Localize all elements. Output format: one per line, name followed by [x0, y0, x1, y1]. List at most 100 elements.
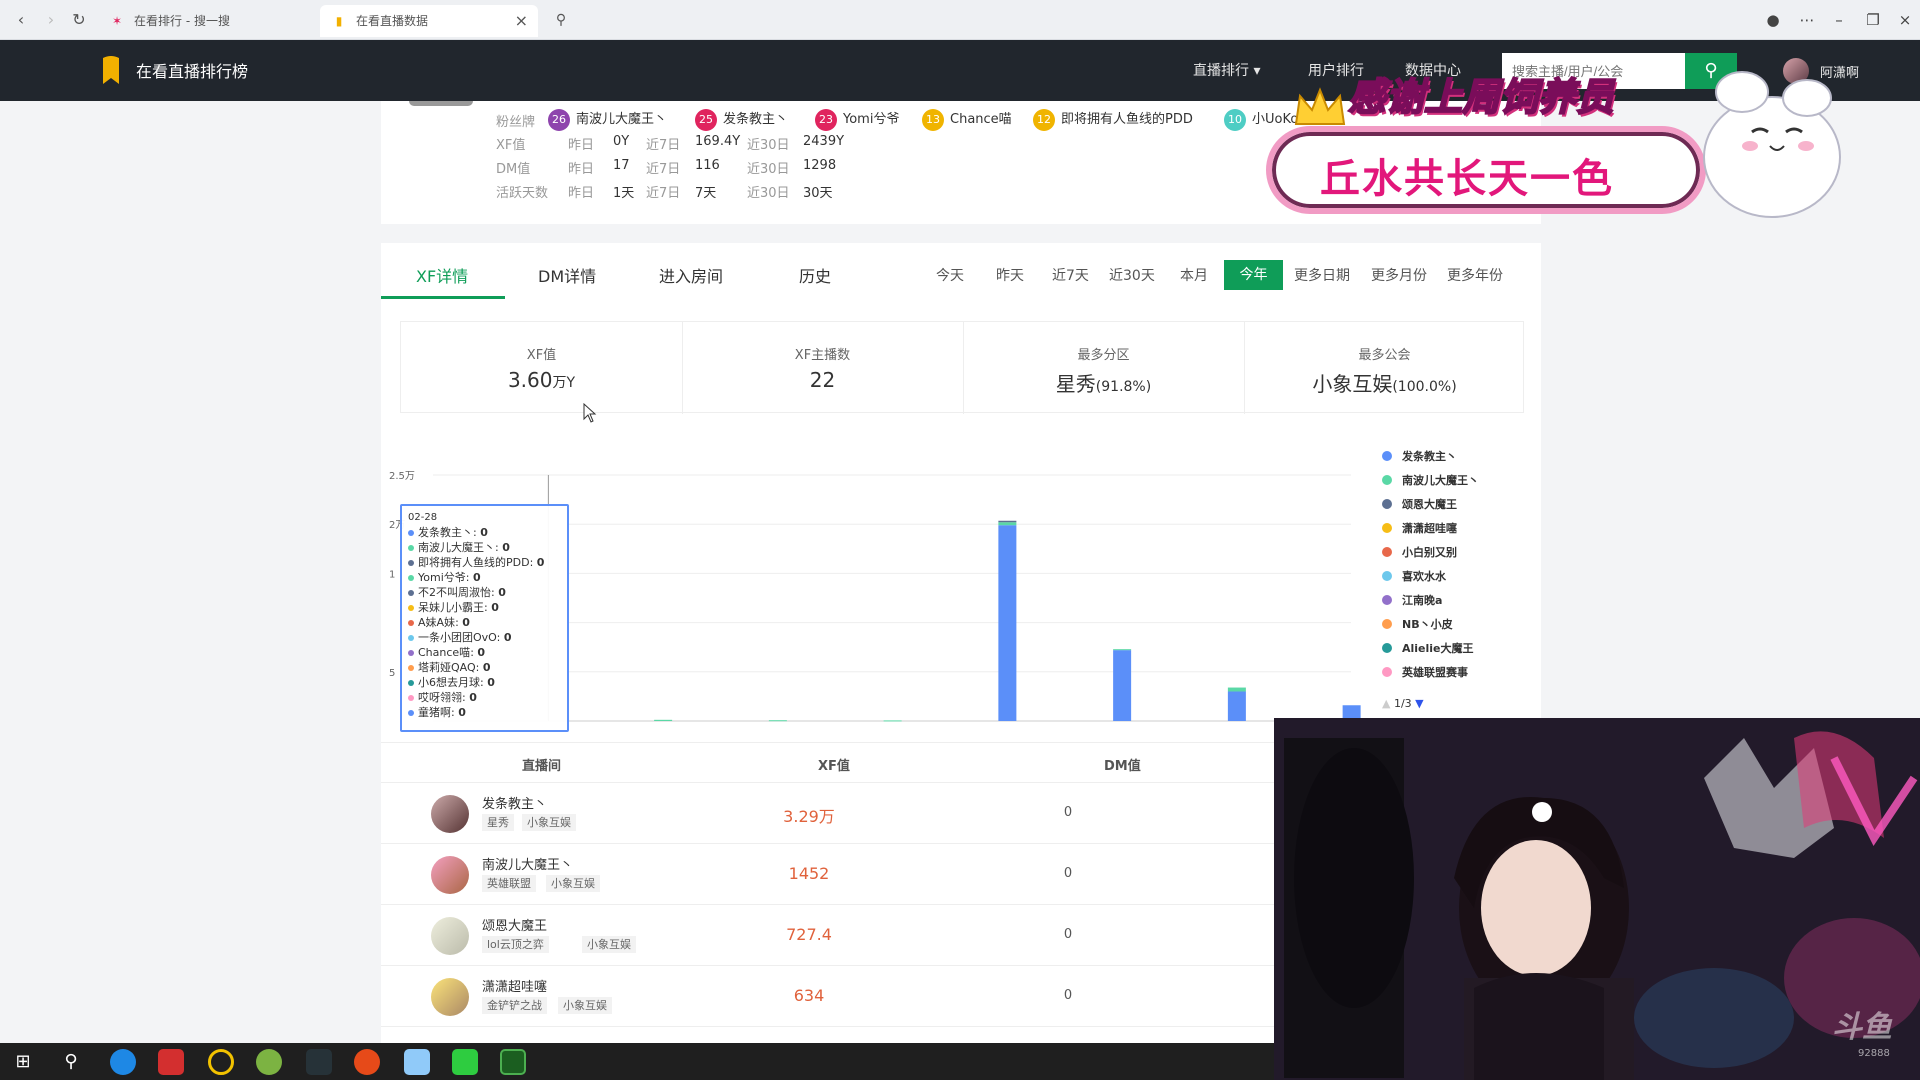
room-tag[interactable]: 小象互娱: [546, 875, 600, 892]
fan-badge-name: Yomi兮爷: [843, 112, 900, 127]
nav-live-rank[interactable]: 直播排行 ▾: [1193, 60, 1260, 80]
reload-icon[interactable]: ↻: [68, 9, 90, 31]
legend-next-icon[interactable]: ▼: [1415, 697, 1423, 710]
forward-icon[interactable]: ›: [40, 9, 62, 31]
room-tag[interactable]: 小象互娱: [558, 997, 612, 1014]
col-dm[interactable]: DM值: [1104, 755, 1141, 774]
streamer-name[interactable]: 南波儿大魔王丶: [482, 854, 573, 873]
streamer-avatar[interactable]: [431, 917, 469, 955]
date-tab-year[interactable]: 今年: [1224, 260, 1283, 290]
restore-icon[interactable]: ❐: [1862, 9, 1884, 31]
col-yesterday-label: 昨日: [568, 186, 595, 201]
date-tab-yesterday[interactable]: 昨天: [996, 265, 1024, 285]
search-favicon-icon: ✶: [111, 14, 123, 28]
streamer-avatar[interactable]: [431, 795, 469, 833]
streamer-avatar[interactable]: [431, 856, 469, 894]
streamer-name[interactable]: 发条教主丶: [482, 793, 547, 812]
date-tab-more-months[interactable]: 更多月份: [1371, 265, 1427, 285]
bar-2025-08[interactable]: [1227, 691, 1246, 721]
legend-prev-icon[interactable]: ▲: [1382, 697, 1390, 710]
fan-badge-level: 23: [815, 109, 837, 131]
date-tab-more-dates[interactable]: 更多日期: [1294, 265, 1350, 285]
fan-badge[interactable]: 23 Yomi兮爷: [815, 109, 899, 131]
date-tab-today[interactable]: 今天: [936, 265, 964, 285]
tab-title: 在看排行 - 搜一搜: [134, 14, 230, 28]
windows-start-icon[interactable]: ⊞: [10, 1049, 36, 1075]
tooltip-dot: [408, 665, 414, 671]
webcam-scene-image: [1274, 718, 1920, 1080]
green-app-icon[interactable]: [256, 1049, 282, 1075]
more-icon[interactable]: ⋯: [1796, 9, 1818, 31]
fan-badge[interactable]: 26 南波儿大魔王丶: [548, 109, 667, 131]
bar-2025-06[interactable]: [998, 522, 1017, 526]
bar-2025-06[interactable]: [998, 525, 1017, 721]
date-tab-month[interactable]: 本月: [1180, 265, 1208, 285]
stat-row-label: 活跃天数: [496, 186, 549, 201]
bar-2025-07[interactable]: [1113, 650, 1132, 721]
date-tab-7d[interactable]: 近7天: [1052, 265, 1089, 285]
room-tag[interactable]: lol云顶之弈: [482, 936, 549, 953]
tooltip-series-name: 南波儿大魔王丶: [418, 541, 495, 554]
fan-badge[interactable]: 13 Chance喵: [922, 109, 1012, 131]
fan-badge[interactable]: 25 发条教主丶: [695, 109, 788, 131]
bar-2025-04[interactable]: [768, 720, 787, 722]
wechat-icon[interactable]: [452, 1049, 478, 1075]
legend-label: NB丶小皮: [1402, 618, 1453, 631]
red-app-icon[interactable]: [354, 1049, 380, 1075]
room-tag[interactable]: 小象互娱: [522, 814, 576, 831]
site-title[interactable]: 在看直播排行榜: [136, 58, 248, 82]
stat-yesterday-value: 1天: [613, 186, 635, 201]
tooltip-dot: [408, 680, 414, 686]
tab-history[interactable]: 历史: [799, 263, 831, 287]
tooltip-row: 一条小团团OvO: 0: [408, 630, 561, 645]
room-tag[interactable]: 星秀: [482, 814, 514, 831]
logo-icon[interactable]: [101, 54, 121, 86]
date-tab-30d[interactable]: 近30天: [1109, 265, 1155, 285]
terminal-app-icon[interactable]: [306, 1049, 332, 1075]
legend-dot: [1382, 499, 1392, 509]
legend-label: Alielie大魔王: [1402, 642, 1474, 655]
col-xf[interactable]: XF值: [818, 755, 850, 774]
bar-2025-06[interactable]: [998, 520, 1017, 523]
minimize-icon[interactable]: –: [1828, 9, 1850, 31]
back-icon[interactable]: ‹: [10, 9, 32, 31]
os-taskbar: ⊞ ⚲: [0, 1043, 1274, 1080]
stat-30d-value: 30天: [803, 186, 833, 201]
room-tag[interactable]: 小象互娱: [582, 936, 636, 953]
chat-app-icon[interactable]: [500, 1049, 526, 1075]
legend-dot: [1382, 571, 1392, 581]
tab-dm-detail[interactable]: DM详情: [538, 263, 596, 287]
fan-badge-name: 发条教主丶: [723, 112, 789, 127]
bar-2025-08[interactable]: [1227, 687, 1246, 692]
browser-tab-search[interactable]: ✶ 在看排行 - 搜一搜: [98, 5, 316, 37]
room-tag[interactable]: 金铲铲之战: [482, 997, 547, 1014]
notes-app-icon[interactable]: [404, 1049, 430, 1075]
tooltip-date: 02-28: [408, 512, 438, 523]
browser-tab-active[interactable]: ▮ 在看直播数据 ×: [320, 5, 538, 37]
bar-2025-05[interactable]: [883, 720, 902, 722]
room-tag[interactable]: 英雄联盟: [482, 875, 536, 892]
mail-app-icon[interactable]: [158, 1049, 184, 1075]
taskbar-search-icon[interactable]: ⚲: [58, 1049, 84, 1075]
fan-badge[interactable]: 12 即将拥有人鱼线的PDD: [1033, 109, 1193, 131]
globe-icon[interactable]: ●: [1762, 9, 1784, 31]
streamer-avatar[interactable]: [431, 978, 469, 1016]
tab-search-icon[interactable]: ⚲: [550, 9, 572, 31]
streamer-name[interactable]: 潇潇超哇噻: [482, 976, 547, 995]
edge-browser-icon[interactable]: [110, 1049, 136, 1075]
active-tab-indicator: [381, 296, 505, 299]
streamer-name[interactable]: 颂恩大魔王: [482, 915, 547, 934]
tooltip-series-name: 塔莉娅QAQ: [418, 661, 476, 674]
ring-app-icon[interactable]: [208, 1049, 234, 1075]
bar-2025-03[interactable]: [654, 719, 673, 721]
bar-2025-07[interactable]: [1113, 649, 1132, 651]
close-window-icon[interactable]: ×: [1894, 9, 1916, 31]
room-number: 92888: [1858, 1048, 1890, 1059]
tab-xf-detail[interactable]: XF详情: [416, 263, 468, 287]
legend-pager[interactable]: ▲ 1/3 ▼: [1382, 697, 1424, 710]
tooltip-series-value: 0: [458, 706, 466, 719]
date-tab-more-years[interactable]: 更多年份: [1447, 265, 1503, 285]
col-30d-label: 近30日: [747, 186, 790, 201]
tab-enter-room[interactable]: 进入房间: [659, 263, 723, 287]
close-tab-icon[interactable]: ×: [515, 5, 528, 37]
